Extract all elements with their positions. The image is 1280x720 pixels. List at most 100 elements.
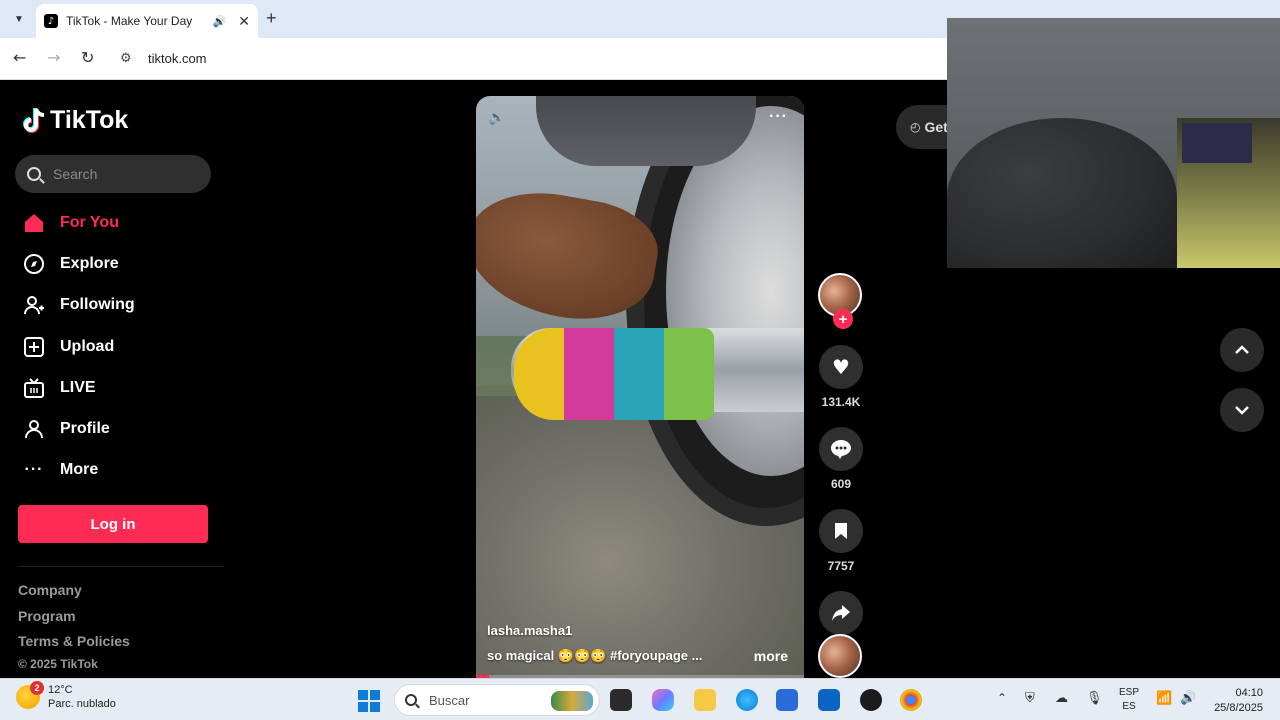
share-icon[interactable] [819,591,863,635]
video-frame-fender [536,96,756,166]
footer-link-company[interactable]: Company [18,582,130,608]
onedrive-icon[interactable]: ☁ [1055,691,1071,707]
search-highlight-image [551,691,593,711]
comment-count: 609 [830,477,852,491]
sidebar-item-explore[interactable]: Explore [22,243,135,284]
tab-audio-icon[interactable]: 🔊 [213,15,227,28]
back-icon[interactable]: ← [13,48,26,67]
comment-action[interactable]: 609 [818,427,864,491]
copilot-icon[interactable] [652,689,674,711]
user-follow-icon [22,293,46,317]
logo-text: TikTok [50,106,129,134]
footer-links: Company Program Terms & Policies [18,582,130,659]
forward-icon[interactable]: → [47,48,60,67]
outlook-icon[interactable] [818,689,840,711]
login-button[interactable]: Log in [18,505,208,543]
video-caption: so magical 😳😳😳 #foryoupage ... [487,648,703,663]
home-icon [22,211,46,235]
sidebar-item-label: For You [60,213,119,231]
sidebar-divider [18,566,224,567]
search-placeholder: Search [53,166,98,182]
microphone-icon[interactable]: 🎙 [1086,691,1103,707]
search-icon [27,167,41,181]
language-bottom: ES [1122,701,1136,712]
video-player[interactable]: 🔈 ··· lasha.masha1 so magical 😳😳😳 #foryo… [476,96,804,678]
search-icon [405,694,417,706]
taskbar-search[interactable]: Buscar [394,684,600,716]
new-tab-icon[interactable]: + [266,8,277,29]
profile-icon [22,417,46,441]
webcam-overlay [947,18,1280,268]
tiktok-logo[interactable]: TikTok [22,106,128,135]
creator-avatar[interactable]: + [818,273,862,329]
heart-icon[interactable]: ♥ [819,345,863,389]
video-more-options-icon[interactable]: ··· [769,108,788,126]
edge-icon[interactable] [736,689,758,711]
microsoft-store-icon[interactable] [776,689,798,711]
language-indicator[interactable]: ESP ES [1119,686,1139,714]
sidebar-item-label: Explore [60,254,119,272]
webcam-box [1182,123,1252,163]
weather-description: Parc. nublado [48,698,116,710]
sidebar-item-for-you[interactable]: For You [22,202,135,243]
sidebar-item-profile[interactable]: Profile [22,408,135,449]
video-author[interactable]: lasha.masha1 [487,623,572,638]
reload-icon[interactable]: ↻ [81,48,94,67]
action-bar: + ♥ 131.4K 609 7757 [818,273,864,655]
sidebar-item-upload[interactable]: Upload [22,326,135,367]
address-bar[interactable]: tiktok.com [148,51,207,66]
tab-close-icon[interactable]: ✕ [238,13,250,30]
defender-icon[interactable]: ⛨ [1025,691,1041,707]
like-action[interactable]: ♥ 131.4K [818,345,864,409]
weather-sun-cloud-icon: 2 [16,681,44,709]
save-action[interactable]: 7757 [818,509,864,573]
wifi-icon[interactable]: 📶 [1156,691,1172,707]
footer-link-terms[interactable]: Terms & Policies [18,633,130,659]
chrome-icon[interactable] [900,689,922,711]
like-count: 131.4K [821,395,861,409]
windows-start-icon[interactable] [358,690,380,712]
sidebar-item-following[interactable]: Following [22,285,135,326]
tiktok-favicon-icon: ♪ [44,14,58,28]
tray-chevron-up-icon[interactable]: ⌃ [997,691,1007,705]
clock-date: 25/8/2025 [1214,702,1263,714]
caption-more-link[interactable]: more [754,648,788,664]
footer-link-program[interactable]: Program [18,608,130,634]
search-input[interactable]: Search [15,155,211,193]
next-creator-avatar[interactable] [818,634,862,678]
taskbar-search-placeholder: Buscar [429,692,470,708]
next-video-chevron-down-icon[interactable] [1220,388,1264,432]
weather-temperature: 12°C [48,684,73,696]
comment-icon[interactable] [819,427,863,471]
sidebar-item-label: More [60,461,99,479]
browser-tab-tiktok[interactable]: ♪ TikTok - Make Your Day 🔊 ✕ [36,4,258,38]
clock[interactable]: 04:10 25/8/2025 [1203,686,1263,716]
get-app-icon: ◴ [910,120,921,134]
bookmark-icon[interactable] [819,509,863,553]
sidebar-item-label: Following [60,296,135,314]
sidebar-item-more[interactable]: ··· More [22,450,135,491]
copyright: © 2025 TikTok [18,657,98,671]
sidebar-item-label: Profile [60,420,110,438]
volume-icon[interactable]: 🔈 [488,110,505,126]
sidebar-item-label: Upload [60,337,115,355]
weather-widget[interactable]: 2 12°C Parc. nublado [16,681,116,711]
follow-plus-icon[interactable]: + [833,309,853,329]
sidebar-item-label: LIVE [60,378,96,396]
plus-square-icon [22,335,46,359]
windows-taskbar: 2 12°C Parc. nublado Buscar ⌃ ⛨ ☁ 🎙 ESP … [0,678,1280,720]
site-settings-icon[interactable]: ⚙ [120,51,132,66]
speaker-icon[interactable]: 🔊 [1180,691,1196,707]
save-count: 7757 [827,559,855,573]
live-tv-icon [22,376,46,400]
sidebar-item-live[interactable]: LIVE [22,367,135,408]
webcam-person [947,118,1177,268]
obs-icon[interactable] [860,689,882,711]
get-app-label: Get [924,119,948,135]
file-explorer-icon[interactable] [694,689,716,711]
previous-video-chevron-up-icon[interactable] [1220,328,1264,372]
language-top: ESP [1119,687,1140,698]
task-view-icon[interactable] [610,689,632,711]
tab-list-chevron-icon[interactable]: ▼ [8,8,30,30]
compass-icon [22,252,46,276]
